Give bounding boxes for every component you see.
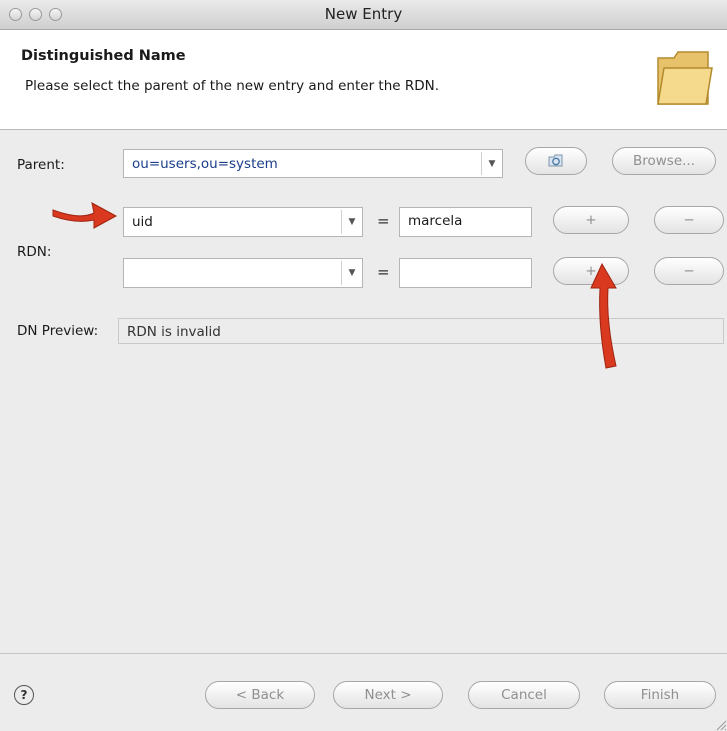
annotation-arrow-icon-2 [590, 262, 617, 369]
remove-rdn-button[interactable]: − [654, 206, 724, 234]
parent-label: Parent: [17, 157, 65, 173]
folder-icon [657, 51, 713, 105]
chevron-down-icon[interactable]: ▼ [481, 152, 502, 175]
browse-button[interactable]: Browse... [612, 147, 716, 175]
add-rdn-button[interactable]: + [553, 206, 629, 234]
parent-combo[interactable]: ou=users,ou=system ▼ [123, 149, 503, 178]
dn-preview-label: DN Preview: [17, 323, 99, 339]
back-button[interactable]: < Back [205, 681, 315, 709]
equals-sign: = [377, 212, 390, 230]
equals-sign-2: = [377, 263, 390, 281]
footer-separator [0, 653, 727, 654]
parent-history-button[interactable] [525, 147, 587, 175]
annotation-arrow-icon [52, 202, 118, 229]
page-description: Please select the parent of the new entr… [25, 78, 440, 94]
wizard-header: Distinguished Name Please select the par… [0, 30, 727, 130]
resize-grip-icon[interactable] [713, 717, 727, 731]
history-icon [548, 154, 563, 167]
help-icon[interactable]: ? [14, 685, 34, 705]
remove-rdn-button-2[interactable]: − [654, 257, 724, 285]
chevron-down-icon[interactable]: ▼ [341, 210, 362, 234]
dn-preview-field: RDN is invalid [118, 318, 724, 344]
parent-value: ou=users,ou=system [132, 156, 278, 172]
window-title: New Entry [324, 5, 403, 23]
rdn-label: RDN: [17, 244, 52, 260]
rdn-value-field-2[interactable] [399, 258, 532, 288]
rdn-attribute-combo-2[interactable]: ▼ [123, 258, 363, 288]
cancel-button[interactable]: Cancel [468, 681, 580, 709]
rdn-attribute-combo[interactable]: uid ▼ [123, 207, 363, 237]
chevron-down-icon[interactable]: ▼ [341, 261, 362, 285]
finish-button[interactable]: Finish [604, 681, 716, 709]
title-bar: New Entry [0, 0, 727, 30]
page-title: Distinguished Name [21, 48, 186, 64]
next-button[interactable]: Next > [333, 681, 443, 709]
rdn-value-field[interactable]: marcela [399, 207, 532, 237]
rdn-attribute-value: uid [132, 214, 153, 230]
